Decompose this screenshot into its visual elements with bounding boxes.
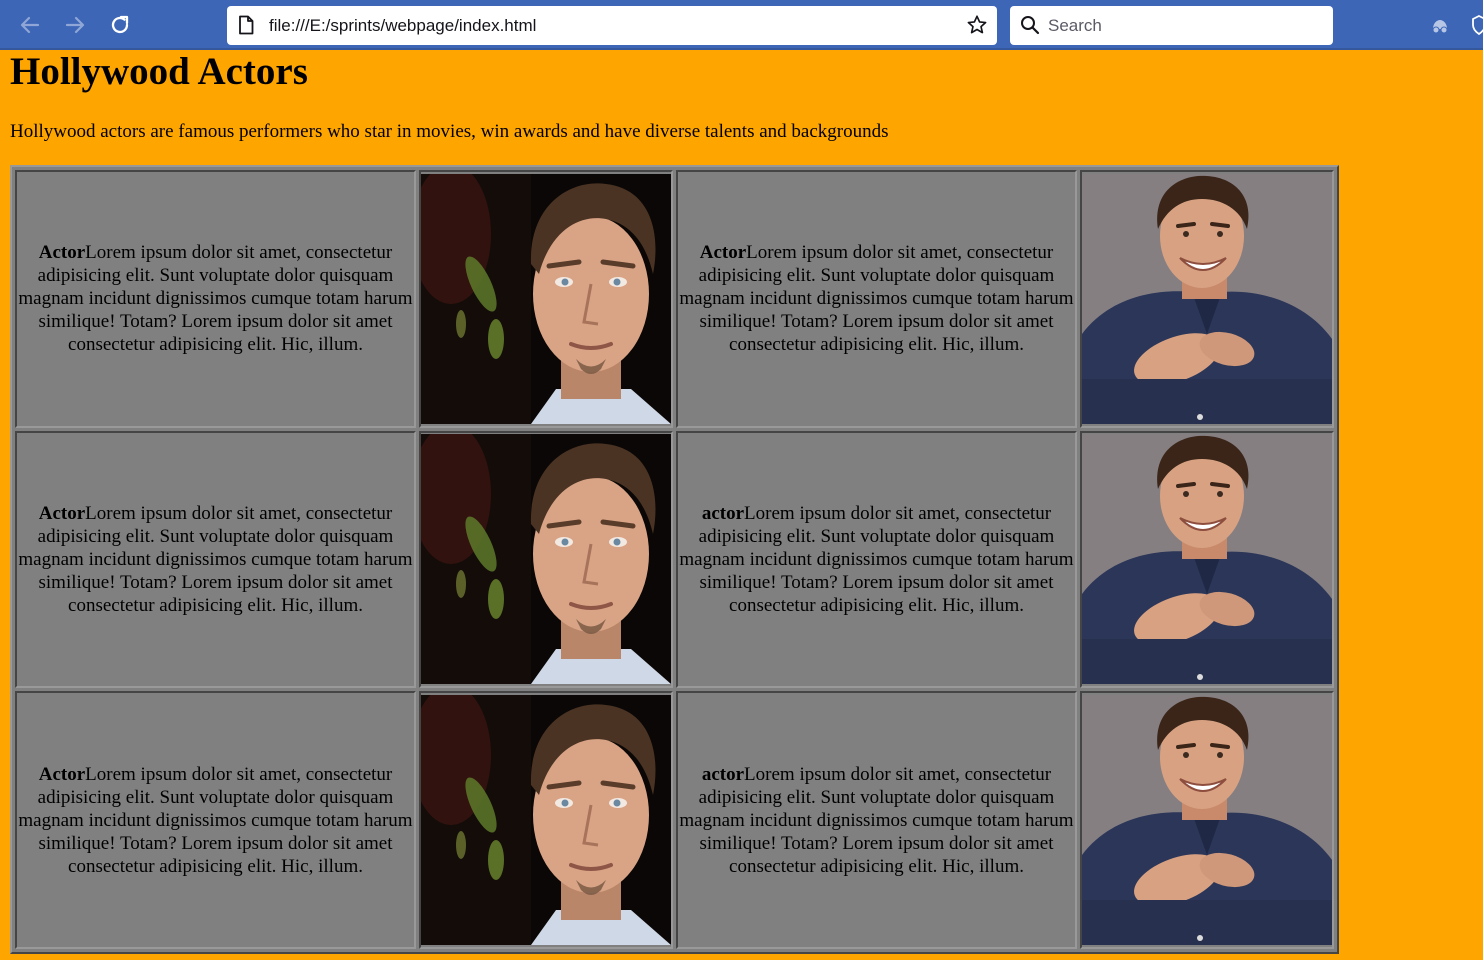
actor-label: Actor bbox=[38, 502, 86, 524]
actor-description-cell: ActorLorem ipsum dolor sit amet, consect… bbox=[676, 170, 1077, 428]
extension-icon[interactable] bbox=[1429, 14, 1451, 36]
star-icon[interactable] bbox=[966, 14, 988, 36]
forward-button[interactable] bbox=[60, 10, 90, 40]
shield-icon[interactable] bbox=[1472, 14, 1483, 36]
intro-paragraph: Hollywood actors are famous performers w… bbox=[10, 121, 889, 142]
actor-description-cell: ActorLorem ipsum dolor sit amet, consect… bbox=[15, 691, 416, 949]
reload-button[interactable] bbox=[105, 10, 135, 40]
browser-toolbar: file:///E:/sprints/webpage/index.html Se… bbox=[0, 0, 1483, 50]
address-bar-url: file:///E:/sprints/webpage/index.html bbox=[269, 16, 537, 35]
search-placeholder: Search bbox=[1048, 16, 1102, 35]
address-bar[interactable]: file:///E:/sprints/webpage/index.html bbox=[227, 6, 997, 45]
actor-photo bbox=[1082, 695, 1332, 945]
page-title: Hollywood Actors bbox=[10, 50, 308, 93]
actor-photo-cell bbox=[419, 691, 673, 949]
table-row: ActorLorem ipsum dolor sit amet, consect… bbox=[15, 430, 1334, 689]
search-icon bbox=[1021, 16, 1040, 35]
actor-photo-cell bbox=[419, 430, 673, 689]
table-row: ActorLorem ipsum dolor sit amet, consect… bbox=[15, 170, 1334, 428]
actor-photo-cell bbox=[1080, 170, 1334, 428]
actor-label: actor bbox=[701, 763, 745, 785]
actor-label: Actor bbox=[699, 242, 747, 264]
actor-photo bbox=[1082, 174, 1332, 424]
actor-photo-cell bbox=[419, 170, 673, 428]
actor-description-cell: ActorLorem ipsum dolor sit amet, consect… bbox=[15, 430, 416, 689]
actors-table: ActorLorem ipsum dolor sit amet, consect… bbox=[10, 165, 1339, 954]
actor-photo bbox=[421, 434, 671, 684]
reload-icon bbox=[111, 15, 129, 34]
actor-description-cell: actorLorem ipsum dolor sit amet, consect… bbox=[676, 430, 1077, 689]
actor-label: Actor bbox=[38, 763, 86, 785]
table-row: ActorLorem ipsum dolor sit amet, consect… bbox=[15, 691, 1334, 949]
actor-photo bbox=[421, 174, 671, 424]
actor-photo bbox=[421, 695, 671, 945]
actor-label: actor bbox=[701, 502, 745, 524]
back-button[interactable] bbox=[15, 10, 45, 40]
actor-label: Actor bbox=[38, 242, 86, 264]
arrow-left-icon bbox=[20, 16, 40, 34]
actor-description-cell: actorLorem ipsum dolor sit amet, consect… bbox=[676, 691, 1077, 949]
arrow-right-icon bbox=[65, 16, 85, 34]
actor-photo-cell bbox=[1080, 430, 1334, 689]
actor-photo bbox=[1082, 434, 1332, 684]
actor-description-cell: ActorLorem ipsum dolor sit amet, consect… bbox=[15, 170, 416, 428]
actor-photo-cell bbox=[1080, 691, 1334, 949]
page-icon bbox=[239, 15, 254, 35]
search-bar[interactable]: Search bbox=[1010, 6, 1333, 45]
